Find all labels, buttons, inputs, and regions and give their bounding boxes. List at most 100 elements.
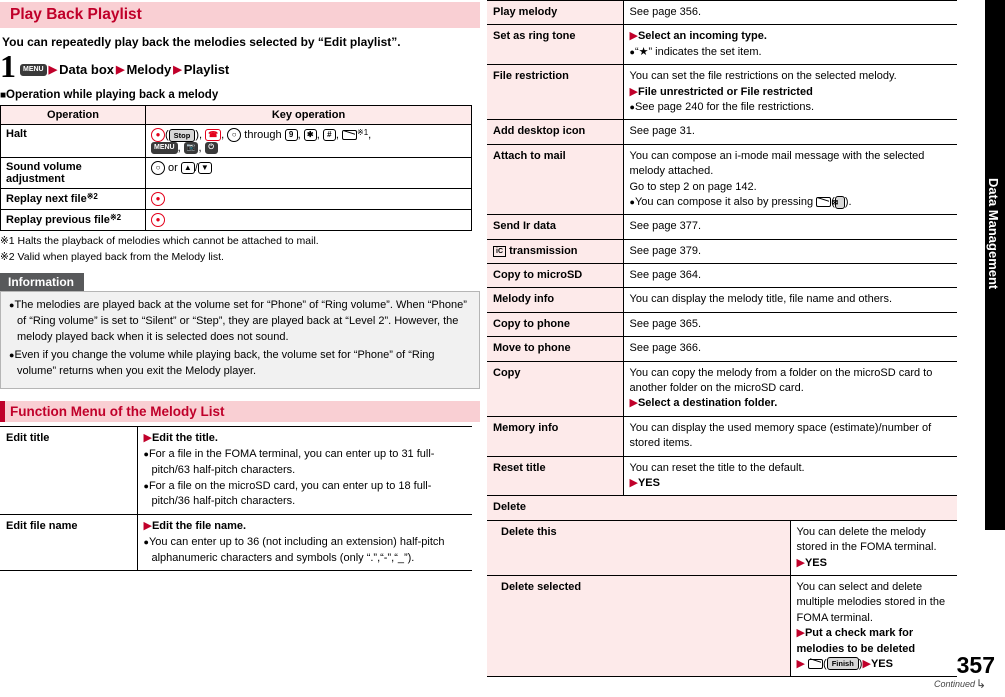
fn-key-copy-to-phone: Copy to phone	[487, 312, 624, 338]
footnote-1: ※1 Halts the playback of melodies which …	[0, 235, 319, 248]
fn-key-attach-to-mail: Attach to mail	[487, 144, 624, 216]
operation-table: Operation Key operation Halt ●(Stop), ☎,…	[0, 105, 472, 232]
function-menu-table: Edit title ▶Edit the title. ●For a file …	[0, 425, 472, 572]
table-row: Replay next file※2 ●	[0, 188, 472, 211]
table-row: Delete this You can delete the melody st…	[487, 520, 957, 576]
footnote-marker-2: ※2	[86, 192, 98, 202]
arrow-icon: ▶	[796, 556, 805, 569]
fn-key-file-restriction: File restriction	[487, 64, 624, 121]
stop-lcd-icon: Stop	[168, 128, 196, 142]
information-item-text: The melodies are played back at the volu…	[14, 299, 467, 344]
table-row: Move to phone See page 366.	[487, 336, 957, 362]
fn-bullet-text: See page 240 for the file restrictions.	[634, 100, 815, 113]
mail-key-icon	[816, 197, 832, 207]
fn-lead-text: Select a destination folder.	[637, 397, 778, 410]
fn-lead-text: Edit the title.	[151, 431, 218, 444]
fn-body-edit-title: ▶Edit the title. ●For a file in the FOMA…	[137, 425, 472, 515]
fn-body-delete-selected: You can select and delete multiple melod…	[790, 575, 957, 678]
row-keys-replay-next: ●	[145, 188, 472, 211]
fn-body-text: You can set the file restrictions on the…	[629, 70, 897, 83]
fn-body-play-melody: See page 356.	[623, 0, 957, 26]
table-row: Sound volume adjustment ○ or ▲ / ▼	[0, 157, 472, 190]
row-keys-volume: ○ or ▲ / ▼	[145, 157, 472, 190]
information-box: ●The melodies are played back at the vol…	[0, 291, 480, 389]
fn-lead: ▶Edit the file name.	[144, 519, 467, 534]
fn-key-play-melody: Play melody	[487, 0, 624, 26]
fn-key-label: transmission	[509, 244, 578, 257]
table-row: Delete selected You can select and delet…	[487, 575, 957, 678]
arrow-icon: ▶	[629, 30, 638, 43]
arrow-icon: ▶	[48, 64, 58, 76]
fn-bullet-text: “★” indicates the set item.	[634, 45, 762, 58]
table-row: Edit title ▶Edit the title. ●For a file …	[0, 425, 472, 515]
fn-key-edit-title: Edit title	[0, 425, 138, 515]
fn-key-set-as-ring-tone: Set as ring tone	[487, 24, 624, 66]
arrow-icon: ▶	[629, 85, 638, 98]
step-item-1: Melody	[126, 62, 172, 77]
information-item: ●Even if you change the volume while pla…	[9, 348, 471, 380]
fn-key-delete: Delete	[487, 495, 957, 521]
arrow-icon: ▶	[116, 64, 125, 76]
arrow-icon: ▶	[629, 397, 638, 410]
left-column: Play Back Playlist You can repeatedly pl…	[0, 0, 480, 572]
table-row: iC transmission See page 379.	[487, 239, 957, 265]
footnote-marker-1: ※1	[357, 128, 369, 137]
fn-lead-text: File unrestricted or File restricted	[637, 85, 813, 98]
fn-bullet: ●“★” indicates the set item.	[630, 45, 952, 60]
step-1: 1 MENU ▶ Data box ▶ Melody ▶ Playlist	[0, 48, 480, 84]
fn-bullet-text: You can compose it also by pressing	[634, 195, 814, 208]
fn-key-memory-info: Memory info	[487, 416, 624, 457]
fn-key-ic-transmission: iC transmission	[487, 239, 624, 265]
camera-key-icon: 📷	[183, 142, 199, 155]
function-menu-table-right: Play melody See page 356. Set as ring to…	[487, 0, 957, 678]
table-row: File restriction You can set the file re…	[487, 64, 957, 121]
table-row: Add desktop icon See page 31.	[487, 119, 957, 145]
continued-label: Continued	[933, 679, 975, 689]
col-operation: Operation	[0, 105, 146, 125]
fn-body-add-desktop-icon: See page 31.	[623, 119, 957, 145]
table-row: Send Ir data See page 377.	[487, 214, 957, 240]
arrow-icon: ▶	[796, 657, 805, 670]
fn-lead: ▶Edit the title.	[144, 431, 467, 446]
fn-lead: ▶YES	[797, 556, 952, 571]
step-number: 1	[0, 48, 16, 84]
arrow-icon: ▶	[629, 476, 638, 489]
key-star-icon: ✱	[303, 129, 317, 142]
arrow-icon: ▶	[796, 627, 805, 640]
intro-text: You can repeatedly play back the melodie…	[2, 35, 401, 49]
fn-lead-text: YES	[804, 556, 827, 569]
footnote-2: ※2 Valid when played back from the Melod…	[0, 251, 224, 264]
side-tab: Data Management	[985, 0, 1005, 530]
page-root: Play Back Playlist You can repeatedly pl…	[0, 0, 1005, 697]
fn-lead: ▶Put a check mark for melodies to be del…	[797, 626, 952, 657]
table-row: Attach to mail You can compose an i-mode…	[487, 144, 957, 216]
fn-bullet-suffix: .	[848, 195, 852, 208]
fn-key-delete-selected: Delete selected	[487, 575, 791, 678]
table-row: Reset title You can reset the title to t…	[487, 456, 957, 497]
table-row: Copy You can copy the melody from a fold…	[487, 361, 957, 417]
fn-body-attach-to-mail: You can compose an i-mode mail message w…	[623, 144, 957, 216]
fn-lead-text: Edit the file name.	[151, 519, 247, 532]
table-row: Replay previous file※2 ●	[0, 209, 472, 232]
information-item: ●The melodies are played back at the vol…	[9, 298, 471, 346]
fn-key-add-desktop-icon: Add desktop icon	[487, 119, 624, 145]
section-heading: Function Menu of the Melody List	[0, 400, 480, 422]
menu-key-icon: MENU	[151, 142, 178, 155]
fn-key-edit-file-name: Edit file name	[0, 513, 138, 572]
arrow-icon: ▶	[173, 64, 182, 76]
operation-subhead-label: Operation while playing back a melody	[6, 89, 219, 101]
fn-body-set-as-ring-tone: ▶Select an incoming type. ●“★” indicates…	[623, 24, 957, 66]
fn-bullet: ●See page 240 for the file restrictions.	[630, 100, 952, 115]
mail-key-icon	[342, 130, 358, 141]
operation-subhead: ■Operation while playing back a melody	[0, 89, 480, 101]
menu-key-icon: MENU	[20, 63, 47, 76]
table-row: Memory info You can display the used mem…	[487, 416, 957, 457]
row-keys-halt: ●(Stop), ☎, ○ through 9, ✱, #, ※1, MENU,…	[145, 123, 472, 159]
step-body: MENU ▶ Data box ▶ Melody ▶ Playlist	[20, 51, 229, 77]
fn-key-reset-title: Reset title	[487, 456, 624, 497]
table-row: Set as ring tone ▶Select an incoming typ…	[487, 24, 957, 66]
fn-lead-text: Put a check mark for melodies to be dele…	[796, 627, 916, 655]
right-key-icon: ●	[151, 192, 165, 207]
fn-lead: ▶Select an incoming type.	[630, 29, 952, 44]
fn-lead: ▶YES	[630, 476, 952, 491]
